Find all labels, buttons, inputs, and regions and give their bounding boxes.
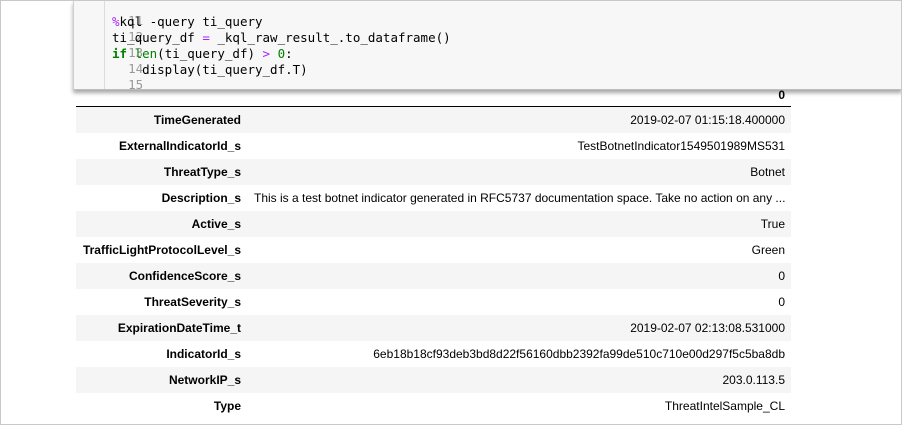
row-field-value: TestBotnetIndicator1549501989MS531 — [577, 139, 786, 153]
table-body: TimeGenerated 2019-02-07 01:15:18.400000 E… — [76, 107, 791, 419]
row-field-name: ThreatSeverity_s — [144, 295, 241, 309]
row-field-name: Type — [213, 399, 241, 413]
code-text: ti_query_df = _kql_raw_result_.to_datafr… — [112, 30, 451, 45]
row-field-name: IndicatorId_s — [166, 347, 241, 361]
code-line-14[interactable]: 14 if len(ti_query_df) > 0: — [74, 46, 293, 76]
code-line-11[interactable]: 11 — [74, 1, 143, 28]
code-text: %kql -query ti_query — [112, 14, 263, 29]
code-line-12[interactable]: 12 %kql -query ti_query — [74, 14, 263, 44]
row-field-name: ExternalIndicatorId_s — [118, 139, 241, 153]
row-field-name: Description_s — [161, 191, 241, 205]
table-row: ThreatType_s Botnet — [76, 159, 791, 185]
line-number: 15 — [128, 77, 144, 92]
notebook-frame: 11 12 %kql -query ti_query 13 ti_query_d… — [0, 0, 902, 425]
row-field-value: ThreatIntelSample_CL — [664, 399, 785, 413]
table-row: TrafficLightProtocolLevel_s Green — [76, 237, 791, 263]
table-row: Type ThreatIntelSample_CL — [76, 393, 791, 419]
code-text: if len(ti_query_df) > 0: — [112, 46, 293, 61]
table-row: Active_s True — [76, 211, 791, 237]
table-row: ExternalIndicatorId_s TestBotnetIndicator… — [76, 133, 791, 159]
table-row: ConfidenceScore_s 0 — [76, 263, 791, 289]
row-field-value: 2019-02-07 02:13:08.531000 — [630, 321, 785, 335]
table-row: NetworkIP_s 203.0.113.5 — [76, 367, 791, 393]
dataframe-output: 0 TimeGenerated 2019-02-07 01:15:18.40000… — [76, 85, 791, 419]
row-field-name: ConfidenceScore_s — [128, 269, 241, 283]
row-field-name: NetworkIP_s — [168, 373, 241, 387]
row-field-value: 0 — [778, 269, 785, 283]
code-text: display(ti_query_df.T) — [112, 62, 308, 77]
column-header: 0 — [778, 88, 785, 102]
row-field-value: 2019-02-07 01:15:18.400000 — [630, 113, 785, 127]
row-field-value: True — [760, 217, 785, 231]
row-field-value: 0 — [778, 295, 785, 309]
header-divider — [76, 106, 791, 107]
row-field-name: TrafficLightProtocolLevel_s — [82, 243, 241, 257]
table-row: ThreatSeverity_s 0 — [76, 289, 791, 315]
table-row: ExpirationDateTime_t 2019-02-07 02:13:08.… — [76, 315, 791, 341]
table-row: Description_s This is a test botnet indic… — [76, 185, 791, 211]
row-field-name: Active_s — [191, 217, 241, 231]
table-row: TimeGenerated 2019-02-07 01:15:18.400000 — [76, 107, 791, 133]
row-field-name: ThreatType_s — [163, 165, 241, 179]
row-field-value: Green — [751, 243, 785, 257]
row-field-value: Botnet — [750, 165, 785, 179]
row-field-value: 203.0.113.5 — [722, 373, 785, 387]
table-row: IndicatorId_s 6eb18b18cf93deb3bd8d22f5616… — [76, 341, 791, 367]
code-line-15[interactable]: 15 display(ti_query_df.T) — [74, 62, 308, 92]
row-field-value: 6eb18b18cf93deb3bd8d22f56160dbb2392fa99d… — [373, 347, 785, 361]
row-field-value: This is a test botnet indicator generate… — [254, 191, 786, 205]
code-cell[interactable]: 11 12 %kql -query ti_query 13 ti_query_d… — [73, 1, 901, 92]
code-line-13[interactable]: 13 ti_query_df = _kql_raw_result_.to_dat… — [74, 30, 451, 60]
row-field-name: ExpirationDateTime_t — [117, 321, 241, 335]
